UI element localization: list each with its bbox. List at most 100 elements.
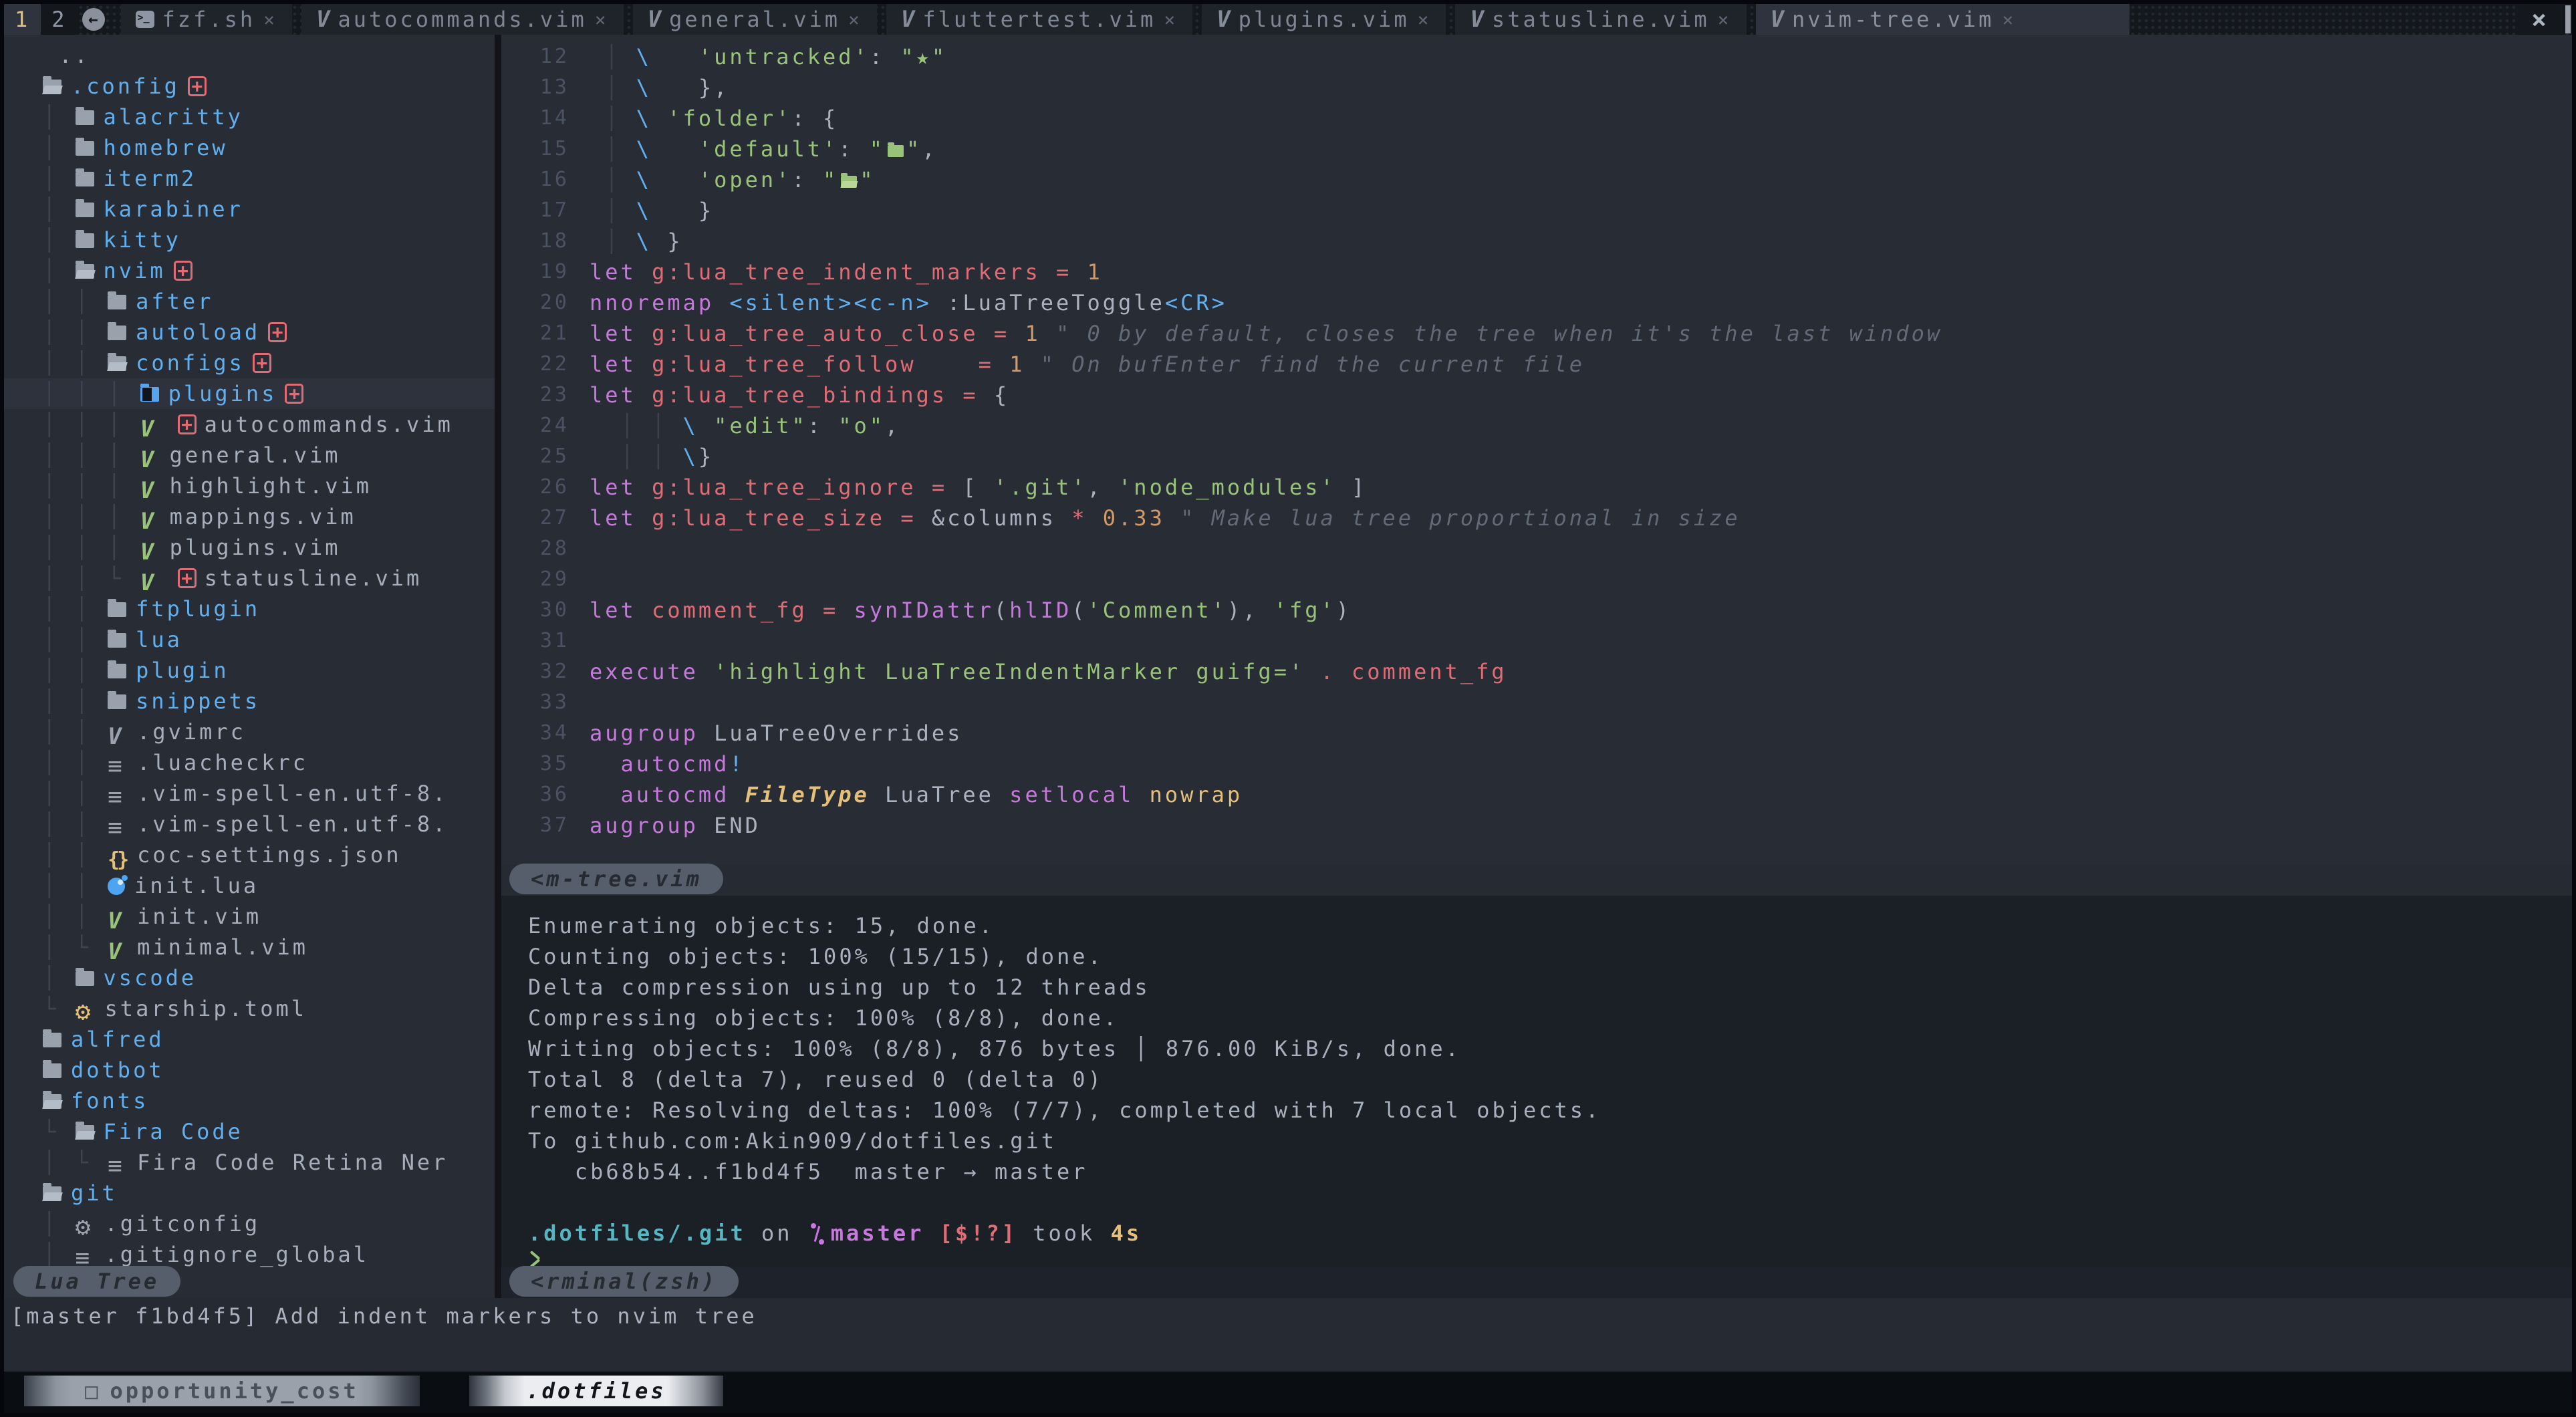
tree-item-init.vim[interactable]: │ │ init.vim <box>4 901 495 932</box>
tree-item-ftplugin[interactable]: │ │ ftplugin <box>4 594 495 624</box>
nvim-screen: 12 ← fzf.sh×autocommands.vim×general.vim… <box>0 0 2576 1417</box>
window-separator[interactable] <box>495 35 501 1298</box>
tree-item-label: dotbot <box>71 1057 164 1083</box>
close-tab-icon[interactable]: × <box>2002 9 2016 31</box>
tree-item-autocommands.vim[interactable]: │ │ │ autocommands.vim <box>4 409 495 440</box>
terminal-line: Counting objects: 100% (15/15), done. <box>528 941 2572 972</box>
buffer-tab-general.vim[interactable]: general.vim× <box>633 4 877 35</box>
tree-item-label: plugin <box>136 658 229 683</box>
tab-page-1[interactable]: 1 <box>4 4 41 35</box>
tree-item-.vim-spell-en.utf-8.[interactable]: │ │ .vim-spell-en.utf-8. <box>4 809 495 840</box>
tree-item-label: autocommands.vim <box>205 412 453 437</box>
buffer-tab-fzf.sh[interactable]: fzf.sh× <box>121 4 292 35</box>
close-all-icon[interactable]: × <box>2515 4 2565 35</box>
indent-guide: │ └ <box>43 934 108 960</box>
tree-item-init.lua[interactable]: │ │ init.lua <box>4 870 495 901</box>
tree-item-git[interactable]: git <box>4 1178 495 1208</box>
tree-item-..[interactable]: .. <box>4 40 495 71</box>
close-tab-icon[interactable]: × <box>595 9 609 31</box>
editor-line: 21let g:lua_tree_auto_close = 1 " 0 by d… <box>501 318 2572 349</box>
tree-item-coc-settings.json[interactable]: │ │ coc-settings.json <box>4 840 495 870</box>
terminal-pane[interactable]: Enumerating objects: 15, done.Counting o… <box>501 896 2572 1267</box>
buffer-tab-autocommands.vim[interactable]: autocommands.vim× <box>301 4 624 35</box>
indent-guide: │ │ │ <box>43 442 140 468</box>
indent-guide: └ <box>43 996 76 1021</box>
tree-item-iterm2[interactable]: │ iterm2 <box>4 163 495 194</box>
close-tab-icon[interactable]: × <box>848 9 862 31</box>
buffer-tab-plugins.vim[interactable]: plugins.vim× <box>1202 4 1446 35</box>
line-number: 35 <box>501 749 590 779</box>
folder-open-icon <box>108 356 126 371</box>
line-number: 29 <box>501 564 590 595</box>
tmux-window-.dotfiles[interactable]: .dotfiles <box>469 1376 723 1406</box>
tree-item-nvim[interactable]: │ nvim <box>4 255 495 286</box>
line-number: 27 <box>501 503 590 533</box>
tree-item-starship.toml[interactable]: └ starship.toml <box>4 993 495 1024</box>
vim-icon <box>648 6 661 33</box>
editor-line: 33 <box>501 687 2572 718</box>
tree-item-.config[interactable]: .config <box>4 71 495 102</box>
editor-statusline <box>501 865 2572 896</box>
indent-guide: │ <box>43 1211 76 1237</box>
tree-item-lua[interactable]: │ │ lua <box>4 624 495 655</box>
tree-item-plugins[interactable]: │ │ │ plugins <box>4 378 495 409</box>
editor-line: 25 │ │ \} <box>501 441 2572 472</box>
tmux-window-opportunity_cost[interactable]: □opportunity_cost <box>24 1376 420 1406</box>
tree-item-homebrew[interactable]: │ homebrew <box>4 132 495 163</box>
close-tab-icon[interactable]: × <box>263 9 277 31</box>
close-tab-icon[interactable]: × <box>1164 9 1178 31</box>
tree-item-.gitconfig[interactable]: │ .gitconfig <box>4 1208 495 1239</box>
tree-item-karabiner[interactable]: │ karabiner <box>4 194 495 225</box>
tree-item-fonts[interactable]: fonts <box>4 1085 495 1116</box>
editor-line: 37augroup END <box>501 810 2572 841</box>
tree-item-snippets[interactable]: │ │ snippets <box>4 686 495 717</box>
tree-item-alacritty[interactable]: │ alacritty <box>4 102 495 132</box>
branch-icon <box>809 1223 824 1245</box>
tree-item-.vim-spell-en.utf-8.[interactable]: │ │ .vim-spell-en.utf-8. <box>4 778 495 809</box>
tree-item-label: plugins.vim <box>170 535 341 560</box>
editor-line: 15 │ \ 'default': "", <box>501 134 2572 164</box>
vim-icon <box>901 6 914 33</box>
tree-item-kitty[interactable]: │ kitty <box>4 225 495 255</box>
indent-guide: │ │ <box>43 627 108 652</box>
line-number: 20 <box>501 287 590 318</box>
tab-page-2[interactable]: 2 <box>41 4 78 35</box>
line-number: 36 <box>501 779 590 810</box>
tree-item-configs[interactable]: │ │ configs <box>4 348 495 378</box>
terminal-line: Total 8 (delta 7), reused 0 (delta 0) <box>528 1064 2572 1095</box>
tabline-buffers: fzf.sh× autocommands.vim× general.vim× flut… <box>112 4 2130 35</box>
tree-item-autoload[interactable]: │ │ autoload <box>4 317 495 348</box>
tree-item-vscode[interactable]: │ vscode <box>4 962 495 993</box>
history-back-icon[interactable]: ← <box>82 8 105 31</box>
buffer-tab-label: fluttertest.vim <box>922 4 1156 35</box>
editor-pane[interactable]: 12 │ \ 'untracked': "★"13 │ \ },14 │ \ '… <box>501 35 2572 865</box>
vim-icon <box>1216 6 1230 33</box>
tree-item-statusline.vim[interactable]: │ │ └ statusline.vim <box>4 563 495 594</box>
tree-item-after[interactable]: │ │ after <box>4 286 495 317</box>
indent-guide: │ │ <box>43 873 108 898</box>
tree-item-dotbot[interactable]: dotbot <box>4 1055 495 1085</box>
buffer-tab-fluttertest.vim[interactable]: fluttertest.vim × <box>886 4 1192 35</box>
tree-item-alfred[interactable]: alfred <box>4 1024 495 1055</box>
tree-item-label: init.lua <box>134 873 259 898</box>
tree-item-.luacheckrc[interactable]: │ │ .luacheckrc <box>4 747 495 778</box>
line-number: 15 <box>501 134 590 164</box>
tree-item-Fira Code[interactable]: └ Fira Code <box>4 1116 495 1147</box>
tree-item-mappings.vim[interactable]: │ │ │ mappings.vim <box>4 501 495 532</box>
tree-item-highlight.vim[interactable]: │ │ │ highlight.vim <box>4 471 495 501</box>
gear-y-icon <box>76 1000 96 1017</box>
tree-item-.gvimrc[interactable]: │ │ .gvimrc <box>4 717 495 747</box>
tree-item-Fira Code Retina Ner[interactable]: │ └ Fira Code Retina Ner <box>4 1147 495 1178</box>
line-number: 23 <box>501 380 590 410</box>
tree-item-minimal.vim[interactable]: │ └ minimal.vim <box>4 932 495 962</box>
tabline-scrollbar[interactable] <box>2565 5 2571 33</box>
close-tab-icon[interactable]: × <box>1718 9 1732 31</box>
buffer-tab-statusline.vim[interactable]: statusline.vim× <box>1455 4 1746 35</box>
close-tab-icon[interactable]: × <box>1418 9 1432 31</box>
tree-item-plugin[interactable]: │ │ plugin <box>4 655 495 686</box>
indent-guide: │ <box>43 166 76 191</box>
buffer-tab-nvim-tree.vim[interactable]: nvim-tree.vim× <box>1756 4 2130 35</box>
tree-item-plugins.vim[interactable]: │ │ │ plugins.vim <box>4 532 495 563</box>
tree-item-label: highlight.vim <box>170 473 372 499</box>
tree-item-general.vim[interactable]: │ │ │ general.vim <box>4 440 495 471</box>
